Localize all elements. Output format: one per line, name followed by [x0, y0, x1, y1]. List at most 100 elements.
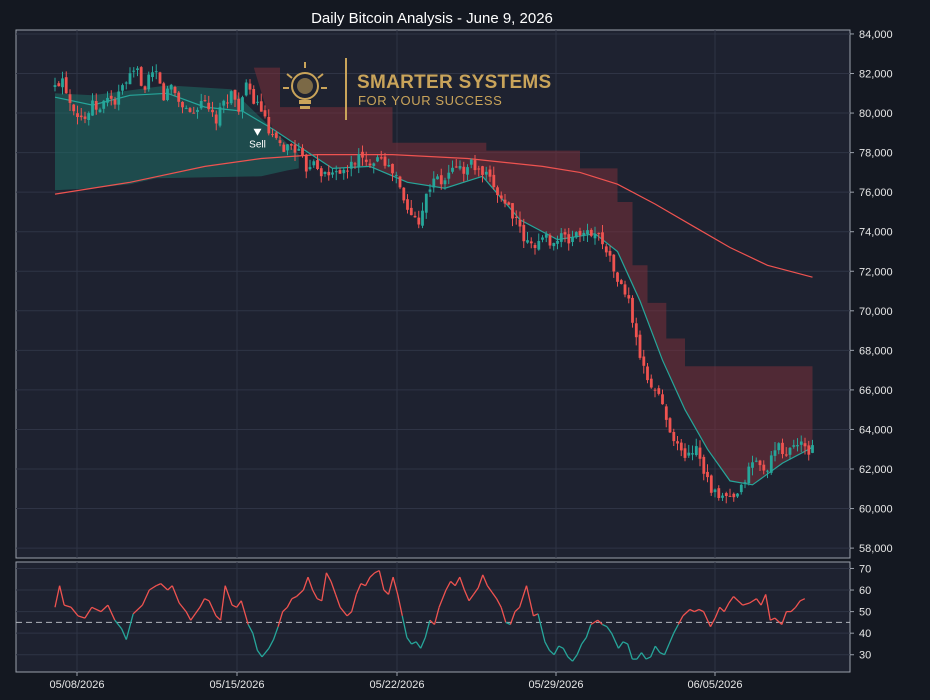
candle-body — [548, 235, 552, 246]
y-tick-label: 78,000 — [859, 148, 893, 160]
candle-body — [612, 254, 616, 272]
candle-body — [503, 199, 507, 204]
candle-body — [758, 460, 762, 466]
y-tick-label: 64,000 — [859, 424, 893, 436]
candle-body — [781, 442, 784, 454]
candle-body — [282, 144, 286, 152]
candle-body — [154, 71, 158, 73]
candle-body — [762, 464, 766, 471]
candle-body — [788, 447, 792, 455]
candle-body — [811, 445, 814, 453]
candle-body — [676, 441, 679, 444]
candle-body — [357, 154, 361, 167]
x-tick-label: 05/08/2026 — [49, 679, 104, 691]
candle-body — [293, 144, 297, 153]
candle-body — [334, 171, 338, 173]
candle-body — [252, 89, 256, 104]
candle-body — [192, 112, 196, 114]
candle-body — [706, 471, 709, 478]
candle-body — [454, 166, 458, 168]
candle-body — [256, 101, 259, 103]
candle-body — [406, 199, 409, 210]
candle-body — [278, 140, 282, 143]
candle-body — [237, 98, 241, 112]
candle-body — [417, 217, 421, 225]
candle-body — [679, 442, 683, 451]
candle-body — [462, 166, 466, 174]
candle-body — [589, 229, 593, 236]
candle-body — [181, 101, 184, 108]
candle-body — [477, 168, 481, 170]
candle-body — [203, 100, 207, 102]
candle-body — [361, 151, 364, 158]
x-tick-label: 05/29/2026 — [528, 679, 583, 691]
candle-body — [544, 234, 548, 238]
candle-body — [267, 117, 271, 134]
chart-title: Daily Bitcoin Analysis - June 9, 2026 — [311, 10, 553, 27]
candle-body — [694, 446, 698, 455]
candle-body — [109, 95, 113, 99]
candle-body — [383, 156, 387, 166]
y-tick-label: 66,000 — [859, 385, 893, 397]
candle-body — [286, 144, 289, 151]
candle-body — [139, 67, 143, 86]
candle-body — [136, 68, 139, 70]
candle-body — [117, 91, 121, 105]
candle-body — [128, 73, 132, 85]
candle-body — [53, 85, 57, 87]
candle-body — [327, 171, 331, 176]
y-tick-label: 82,000 — [859, 69, 893, 81]
candle-body — [451, 167, 454, 172]
candle-body — [102, 100, 106, 109]
candle-body — [409, 207, 413, 216]
candle-body — [623, 284, 627, 295]
candle-body — [533, 245, 537, 248]
candle-body — [166, 88, 169, 100]
candle-body — [379, 157, 383, 159]
candle-body — [582, 232, 586, 236]
candle-body — [297, 148, 301, 151]
y-tick-label: 60 — [859, 585, 871, 597]
candle-body — [687, 452, 691, 456]
candle-body — [496, 187, 499, 196]
candle-body — [394, 174, 398, 176]
candle-body — [271, 134, 274, 136]
candle-body — [94, 101, 98, 110]
candle-body — [372, 163, 376, 166]
candle-body — [428, 189, 432, 192]
candle-body — [469, 159, 473, 165]
y-tick-label: 84,000 — [859, 29, 893, 41]
candle-body — [481, 166, 484, 175]
candle-body — [319, 168, 323, 177]
candle-body — [736, 493, 739, 497]
candle-body — [702, 456, 706, 474]
candle-body — [739, 484, 743, 493]
candle-body — [413, 215, 417, 218]
candle-body — [766, 470, 769, 472]
candle-body — [158, 72, 162, 84]
candle-body — [289, 144, 293, 146]
candle-body — [552, 243, 556, 247]
x-tick-label: 05/15/2026 — [209, 679, 264, 691]
candle-body — [432, 178, 436, 188]
y-tick-label: 80,000 — [859, 108, 893, 120]
candle-body — [672, 432, 676, 442]
candle-body — [473, 160, 477, 171]
price-axis: 84,000 82,000 80,000 78,000 76,000 74,000 72,0… — [850, 29, 893, 555]
candle-body — [346, 170, 349, 172]
candle-body — [229, 91, 233, 104]
candle-body — [597, 232, 601, 234]
candle-body — [338, 170, 342, 174]
y-tick-label: 70 — [859, 563, 871, 575]
candle-body — [87, 113, 91, 120]
candle-body — [68, 94, 72, 103]
candle-body — [556, 240, 559, 244]
candle-body — [653, 389, 657, 391]
candle-body — [709, 475, 713, 493]
candle-body — [657, 388, 661, 394]
candle-body — [312, 161, 316, 166]
candle-body — [799, 441, 803, 445]
candle-body — [387, 165, 391, 167]
candle-body — [177, 92, 181, 102]
candle-body — [331, 172, 334, 175]
